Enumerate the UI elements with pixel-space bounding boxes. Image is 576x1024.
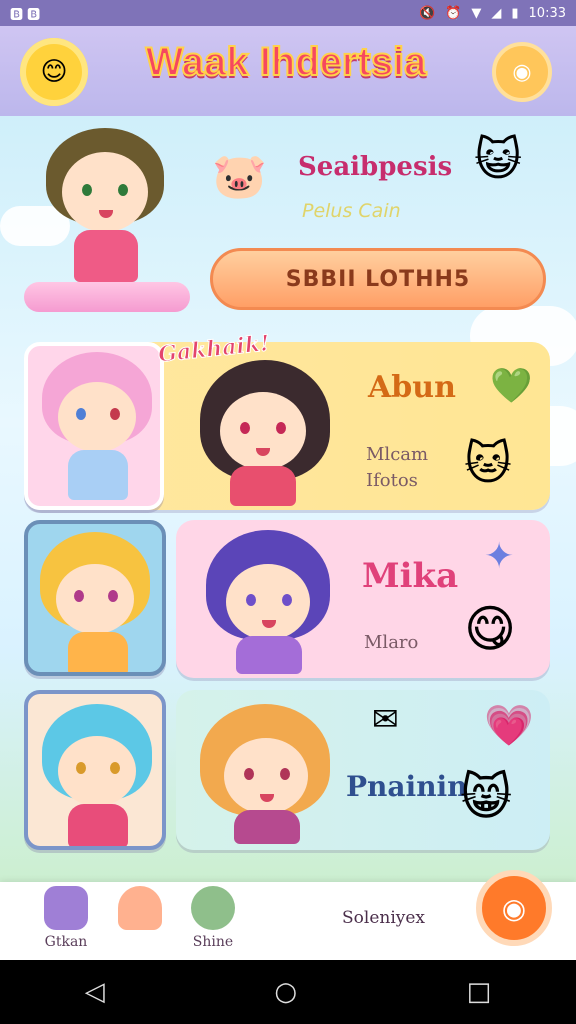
pink-cat-icon: 😺 [474,132,522,186]
nav-status-text: Soleniyex [342,908,426,928]
eye-left [76,762,86,774]
character-body [74,230,138,282]
nav-item-rocket[interactable] [110,886,170,934]
character-avatar[interactable] [24,342,164,510]
nav-label: Shine [192,934,234,950]
eye-right [110,762,120,774]
recents-icon[interactable]: □ [467,977,492,1007]
character-name: Pnainin [346,770,468,803]
alarm-icon: ⏰ [445,5,462,21]
eye-left [76,408,86,420]
character-avatar[interactable] [24,520,166,676]
character-body [68,804,128,846]
character-name: Mika [362,556,459,596]
character-figure [196,700,336,846]
character-body [236,636,302,674]
eye-left [74,590,84,602]
sun-face-icon[interactable]: 😊 [20,38,88,106]
hero-action-button[interactable]: SBBII LOTHH5 [210,248,546,310]
heart-icon: 💚 [490,366,533,406]
yellow-cat-icon: 😸 [460,768,513,826]
character-body [230,466,296,506]
eye-right [282,594,292,606]
eye-right [110,408,120,420]
eye-right [276,422,286,434]
pink-heart-icon: 💗 [484,703,534,749]
eye-right [108,590,118,602]
person-icon: ◉ [501,891,527,925]
eye-left [244,768,254,780]
profile-button[interactable]: ◉ [492,42,552,102]
system-nav-bar: ◁ ○ □ [0,960,576,1024]
character-avatar[interactable] [24,690,166,850]
character-figure [200,530,340,676]
character-face [224,738,308,814]
pink-creature-icon: 🐷 [212,151,267,202]
back-icon[interactable]: ◁ [85,977,105,1007]
eye-right [118,184,128,196]
notification-icon: 🅱 🅱 [10,7,41,23]
eye-right [280,768,290,780]
frog-icon [191,886,235,930]
cat-face-icon: 🐱 [464,436,512,490]
character-name: Abun [368,370,456,405]
status-time: 10:33 [528,5,566,21]
character-body [68,632,128,672]
character-face [226,564,310,640]
eye-left [82,184,92,196]
wifi-icon: ▼ [471,5,482,21]
notification-icons: 🅱 🅱 [10,4,40,23]
hero-subtitle: Pelus Cain [302,200,401,222]
mute-icon: 🔇 [419,5,436,21]
character-face [58,382,136,452]
signal-icon: ◢ [491,5,502,21]
character-stage [24,282,190,312]
character-face [62,152,148,232]
profile-icon: ◉ [512,59,532,85]
hero-title: Seaibpesis [298,152,453,182]
app-header: 😊 Waak Ihdertsia ◉ [0,26,576,116]
eye-left [246,594,256,606]
battery-icon: ▮ [511,5,519,21]
app-title: Waak Ihdertsia [145,39,428,85]
envelope-icon: ✉ [372,700,399,738]
character-subtitle: Ifotos [366,470,418,491]
character-face [220,392,306,470]
character-subtitle: Mlaro [364,632,419,653]
eye-left [240,422,250,434]
nav-item-shine[interactable]: Shine [180,886,246,950]
character-subtitle: Mlcam [366,444,429,465]
character-body [234,810,300,844]
backpack-icon [44,886,88,930]
status-bar: 🅱 🅱 🔇 ⏰ ▼ ◢ ▮ 10:33 [0,0,576,26]
nav-item-gtkan[interactable]: Gtkan [36,886,96,950]
profile-fab[interactable]: ◉ [476,870,552,946]
home-icon[interactable]: ○ [274,977,297,1007]
character-body [68,450,128,500]
star-icon: ✦ [484,536,515,577]
character-face [58,736,136,806]
character-face [56,564,134,634]
hero-character[interactable] [24,122,194,312]
smiley-creature-icon: 😋 [464,600,517,658]
rocket-icon [118,886,162,930]
character-figure [190,360,340,510]
nav-label: Gtkan [44,934,88,950]
